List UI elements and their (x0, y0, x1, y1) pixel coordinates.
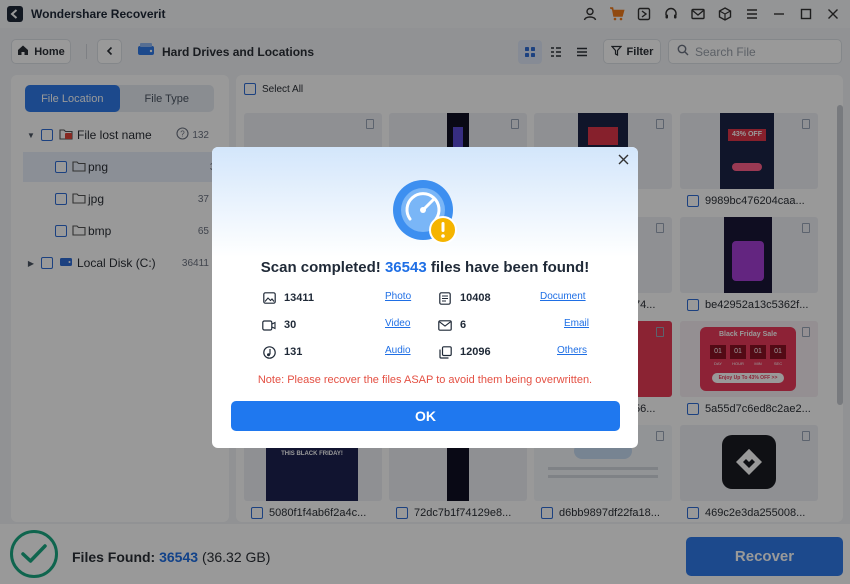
title-count: 36543 (384, 259, 427, 276)
email-link[interactable]: Email (564, 318, 589, 329)
video-icon (262, 318, 276, 332)
audio-link[interactable]: Audio (385, 345, 411, 356)
stat-value: 131 (284, 346, 303, 358)
stat-audio: 131 (262, 344, 302, 360)
others-link[interactable]: Others (557, 345, 587, 356)
scan-complete-dialog: Scan completed! 36543 files have been fo… (212, 147, 638, 448)
scan-gauge-icon (392, 179, 458, 245)
ok-button[interactable]: OK (231, 401, 620, 431)
stat-value: 13411 (284, 292, 314, 304)
audio-icon (262, 345, 276, 359)
stat-value: 12096 (460, 346, 491, 358)
stat-email: 6 (438, 317, 466, 333)
close-icon[interactable] (616, 152, 630, 166)
others-icon (438, 345, 452, 359)
stat-others: 12096 (438, 344, 491, 360)
warning-note: Note: Please recover the files ASAP to a… (257, 374, 593, 386)
photo-link[interactable]: Photo (385, 291, 411, 302)
stat-value: 30 (284, 319, 297, 331)
stat-document: 10408 (438, 290, 491, 306)
stat-value: 6 (460, 319, 467, 331)
stat-value: 10408 (460, 292, 491, 304)
video-link[interactable]: Video (385, 318, 410, 329)
dialog-title: Scan completed! 36543 files have been fo… (212, 259, 638, 276)
document-link[interactable]: Document (540, 291, 586, 302)
document-icon (438, 291, 452, 305)
title-pre: Scan completed! (260, 259, 381, 276)
email-icon (438, 318, 452, 332)
stat-photo: 13411 (262, 290, 314, 306)
photo-icon (262, 291, 276, 305)
title-post: files have been found! (430, 259, 590, 276)
stat-video: 30 (262, 317, 296, 333)
